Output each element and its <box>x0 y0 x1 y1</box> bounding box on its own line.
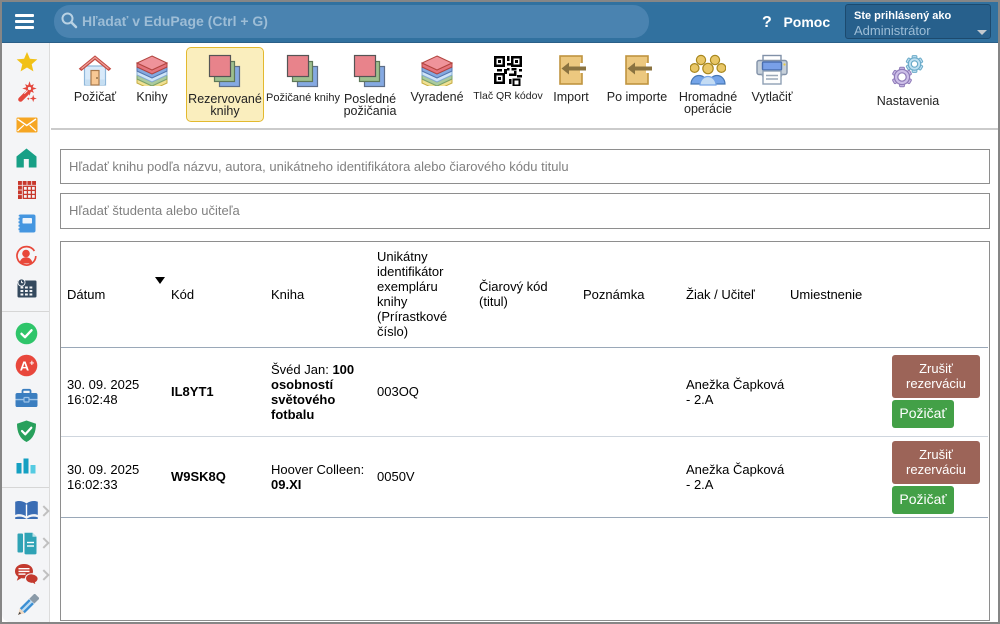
svg-text:A: A <box>20 359 30 374</box>
svg-text:+: + <box>29 358 34 368</box>
